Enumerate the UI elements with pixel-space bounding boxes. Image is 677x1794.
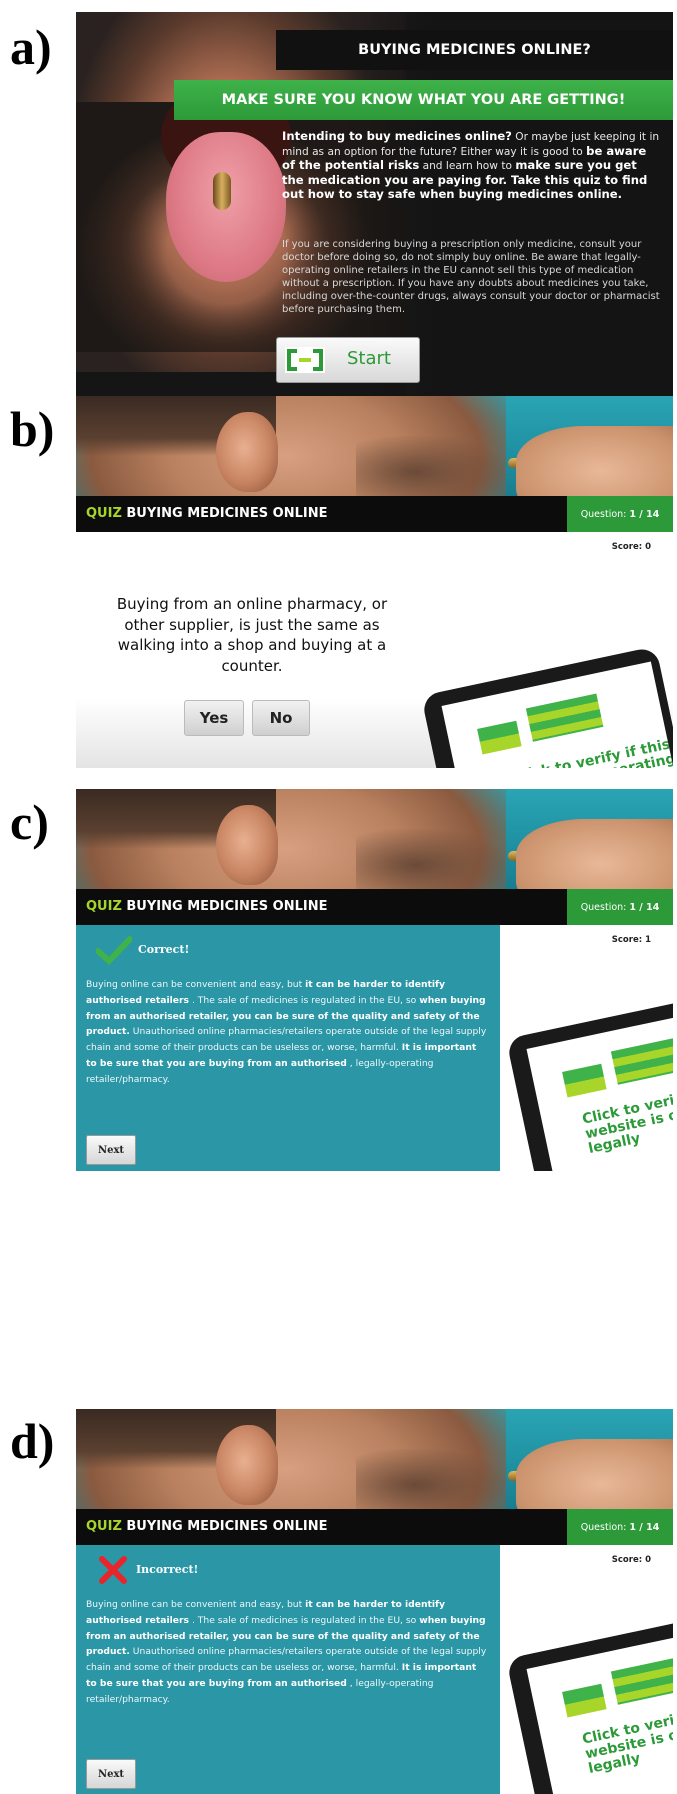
eu-logo-icon xyxy=(285,347,325,373)
quiz-header: QUIZ BUYING MEDICINES ONLINE Question: 1 … xyxy=(76,1509,673,1545)
panel-label-c: c) xyxy=(10,794,49,850)
check-icon xyxy=(96,936,132,965)
verify-tablet[interactable]: Click to verify if this website is opera… xyxy=(506,1609,673,1794)
feedback-panel: Incorrect! Buying online can be convenie… xyxy=(76,1545,500,1794)
quiz-title: QUIZ BUYING MEDICINES ONLINE xyxy=(86,899,328,914)
no-button[interactable]: No xyxy=(252,700,310,736)
header-photo xyxy=(76,1409,673,1509)
question-counter: Question: 1 / 14 xyxy=(567,889,673,925)
start-button[interactable]: Start xyxy=(276,337,420,383)
next-button[interactable]: Next xyxy=(86,1759,136,1789)
verify-tablet[interactable]: Click to verify if this website is opera… xyxy=(421,646,673,768)
score-display: Score: 0 xyxy=(611,542,651,552)
intro-title: BUYING MEDICINES ONLINE? xyxy=(276,30,673,70)
next-button[interactable]: Next xyxy=(86,1135,136,1165)
incorrect-screen: QUIZ BUYING MEDICINES ONLINE Question: 1 … xyxy=(76,1409,673,1794)
quiz-header: QUIZ BUYING MEDICINES ONLINE Question: 1 … xyxy=(76,889,673,925)
feedback-text: Buying online can be convenient and easy… xyxy=(86,1599,487,1705)
header-photo xyxy=(76,396,673,496)
intro-screen: BUYING MEDICINES ONLINE? MAKE SURE YOU K… xyxy=(76,12,673,440)
question-counter: Question: 1 / 14 xyxy=(567,1509,673,1545)
verify-tablet[interactable]: Click to verify if this website is opera… xyxy=(506,989,673,1171)
result-label: Incorrect! xyxy=(136,1563,199,1576)
feedback-text: Buying online can be convenient and easy… xyxy=(86,979,487,1085)
quiz-header: QUIZ BUYING MEDICINES ONLINE Question: 1 … xyxy=(76,496,673,532)
question-text: Buying from an online pharmacy, or other… xyxy=(116,595,388,675)
eu-logo-icon xyxy=(562,1683,607,1718)
score-display: Score: 1 xyxy=(611,935,651,945)
quiz-title: QUIZ BUYING MEDICINES ONLINE xyxy=(86,506,328,521)
prescription-note: If you are considering buying a prescrip… xyxy=(282,239,660,315)
panel-label-a: a) xyxy=(10,19,52,75)
pill-image xyxy=(213,172,231,210)
intro-subtitle: MAKE SURE YOU KNOW WHAT YOU ARE GETTING! xyxy=(174,80,673,120)
feedback-panel: Correct! Buying online can be convenient… xyxy=(76,925,500,1171)
yes-button[interactable]: Yes xyxy=(184,700,244,736)
eu-logo-icon xyxy=(477,720,522,755)
result-label: Correct! xyxy=(138,943,190,956)
intro-paragraph: Intending to buy medicines online? Or ma… xyxy=(282,129,660,201)
panel-label-d: d) xyxy=(10,1413,55,1469)
header-photo xyxy=(76,789,673,889)
cross-icon xyxy=(99,1556,127,1584)
quiz-title: QUIZ BUYING MEDICINES ONLINE xyxy=(86,1519,328,1534)
start-label: Start xyxy=(347,348,391,369)
eu-logo-icon xyxy=(562,1063,607,1098)
question-screen: QUIZ BUYING MEDICINES ONLINE Question: 1 … xyxy=(76,396,673,768)
question-counter: Question: 1 / 14 xyxy=(567,496,673,532)
panel-label-b: b) xyxy=(10,401,55,457)
score-display: Score: 0 xyxy=(611,1555,651,1565)
correct-screen: QUIZ BUYING MEDICINES ONLINE Question: 1 … xyxy=(76,789,673,1171)
